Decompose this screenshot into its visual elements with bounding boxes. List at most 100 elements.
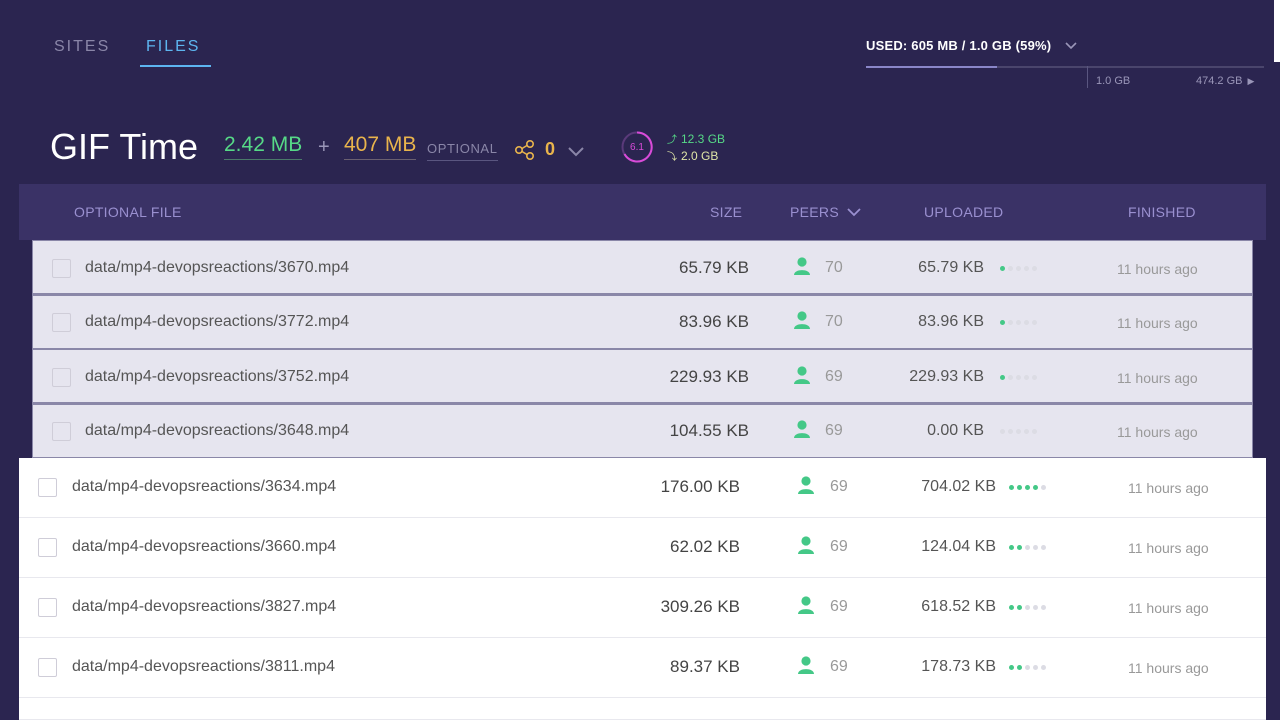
tab-files[interactable]: FILES	[146, 38, 200, 56]
ratio-dot	[1017, 545, 1022, 550]
usage-free-label[interactable]: 474.2 GB ▶	[1196, 75, 1254, 87]
ratio-dot	[1008, 429, 1013, 434]
share-icon[interactable]	[514, 139, 536, 165]
ratio-dot	[1041, 485, 1046, 490]
header-peers[interactable]: PEERS	[790, 204, 861, 220]
row-checkbox[interactable]	[38, 658, 57, 677]
ratio-dot	[1024, 374, 1029, 380]
row-checkbox[interactable]	[38, 598, 57, 617]
file-size: 229.93 KB	[669, 366, 749, 386]
chevron-down-icon[interactable]	[568, 144, 584, 162]
finished-time: 11 hours ago	[1117, 260, 1198, 277]
upload-value: 12.3 GB	[681, 132, 726, 146]
ratio-dot	[1016, 320, 1021, 325]
file-name[interactable]: data/mp4-devopsreactions/3752.mp4	[85, 368, 349, 386]
header-peers-label: PEERS	[790, 204, 839, 220]
table-row[interactable]: data/mp4-devopsreactions/3772.mp4 83.96 K…	[32, 294, 1253, 350]
download-total: ⤵ 2.0 GB	[667, 148, 718, 163]
peer-user-icon	[793, 419, 811, 444]
ratio-dot	[1017, 485, 1022, 490]
ratio-dot	[1009, 545, 1014, 550]
optional-size[interactable]: 407 MB	[344, 133, 417, 160]
usage-bar	[866, 66, 1264, 68]
file-size: 104.55 KB	[669, 421, 749, 440]
peer-user-icon	[797, 475, 815, 500]
table-row[interactable]: data/mp4-devopsreactions/3752.mp4 229.93 …	[32, 349, 1253, 404]
ratio-dot	[1000, 374, 1005, 380]
ratio-dot	[1016, 265, 1021, 271]
file-name[interactable]: data/mp4-devopsreactions/3811.mp4	[72, 658, 335, 676]
ratio-dot	[1033, 545, 1038, 550]
uploaded-amount: 124.04 KB	[921, 538, 996, 555]
ratio-dot	[1025, 485, 1030, 490]
file-size: 309.26 KB	[660, 597, 740, 616]
table-row[interactable]: data/mp4-devopsreactions/3660.mp4 62.02 K…	[19, 518, 1266, 578]
row-checkbox[interactable]	[52, 422, 71, 441]
row-checkbox[interactable]	[52, 258, 71, 278]
header-size[interactable]: SIZE	[710, 204, 742, 220]
peer-user-icon	[793, 365, 811, 390]
peer-count: 70	[825, 258, 843, 276]
row-checkbox[interactable]	[52, 367, 71, 387]
chevron-down-icon	[1061, 38, 1077, 53]
ratio-dot	[1032, 265, 1037, 271]
table-row[interactable]: data/mp4-devopsreactions/3670.mp4 65.79 K…	[32, 240, 1253, 295]
uploaded-amount: 704.02 KB	[921, 478, 996, 495]
ratio-dot	[1000, 265, 1005, 271]
uploaded-amount: 618.52 KB	[921, 598, 996, 615]
table-row[interactable]: data/mp4-devopsreactions/3634.mp4 176.00 …	[19, 458, 1266, 518]
ratio-dot	[1033, 665, 1038, 670]
row-checkbox[interactable]	[38, 538, 57, 557]
uploaded-amount: 0.00 KB	[927, 422, 984, 439]
table-row-partial[interactable]	[19, 698, 1266, 720]
table-header: OPTIONAL FILE SIZE PEERS UPLOADED FINISH…	[19, 184, 1266, 240]
file-name[interactable]: data/mp4-devopsreactions/3827.mp4	[72, 598, 336, 616]
ratio-value: 6.1	[630, 142, 644, 153]
site-size[interactable]: 2.42 MB	[224, 133, 303, 160]
ratio-dot	[1008, 374, 1013, 380]
upload-ratio-dots	[1000, 265, 1037, 271]
usage-free-value: 474.2 GB	[1196, 75, 1243, 87]
ratio-dot	[1024, 320, 1029, 325]
row-checkbox[interactable]	[52, 313, 71, 332]
finished-time: 11 hours ago	[1117, 424, 1198, 440]
ratio-dot	[1033, 485, 1038, 490]
play-triangle-icon: ▶	[1247, 76, 1255, 86]
ratio-dot	[1000, 429, 1005, 434]
file-name[interactable]: data/mp4-devopsreactions/3660.mp4	[72, 538, 336, 556]
ratio-dot	[1025, 545, 1030, 550]
header-finished[interactable]: FINISHED	[1128, 204, 1196, 220]
table-row[interactable]: data/mp4-devopsreactions/3811.mp4 89.37 K…	[19, 638, 1266, 698]
file-name[interactable]: data/mp4-devopsreactions/3670.mp4	[85, 259, 349, 277]
upload-ratio-dots	[1009, 545, 1046, 550]
peer-user-icon	[797, 535, 815, 560]
finished-time: 11 hours ago	[1128, 480, 1209, 496]
peer-count: 69	[825, 367, 843, 385]
ratio-dot	[1009, 485, 1014, 490]
ratio-dot	[1017, 605, 1022, 610]
peer-user-icon	[797, 655, 815, 680]
tab-sites[interactable]: SITES	[54, 38, 110, 56]
chevron-down-icon	[847, 204, 861, 220]
file-size: 176.00 KB	[660, 477, 740, 496]
file-name[interactable]: data/mp4-devopsreactions/3648.mp4	[85, 422, 349, 440]
usage-dropdown[interactable]: USED: 605 MB / 1.0 GB (59%)	[866, 38, 1077, 53]
scrollbar[interactable]	[1274, 0, 1280, 62]
file-name[interactable]: data/mp4-devopsreactions/3772.mp4	[85, 313, 349, 331]
table-row[interactable]: data/mp4-devopsreactions/3827.mp4 309.26 …	[19, 578, 1266, 638]
header-optional-file[interactable]: OPTIONAL FILE	[74, 204, 182, 220]
finished-time: 11 hours ago	[1117, 315, 1198, 331]
ratio-dot	[1024, 265, 1029, 271]
peer-count: 69	[830, 538, 848, 555]
row-checkbox[interactable]	[38, 478, 57, 497]
ratio-dot	[1016, 429, 1021, 434]
size-plus: +	[318, 136, 330, 158]
ratio-dot	[1008, 265, 1013, 271]
file-name[interactable]: data/mp4-devopsreactions/3634.mp4	[72, 478, 336, 496]
header-uploaded[interactable]: UPLOADED	[924, 204, 1003, 220]
download-value: 2.0 GB	[681, 149, 719, 163]
table-row[interactable]: data/mp4-devopsreactions/3648.mp4 104.55 …	[32, 403, 1253, 459]
site-title: GIF Time	[50, 126, 199, 167]
file-size: 62.02 KB	[670, 537, 740, 556]
optional-label: OPTIONAL	[427, 141, 498, 161]
